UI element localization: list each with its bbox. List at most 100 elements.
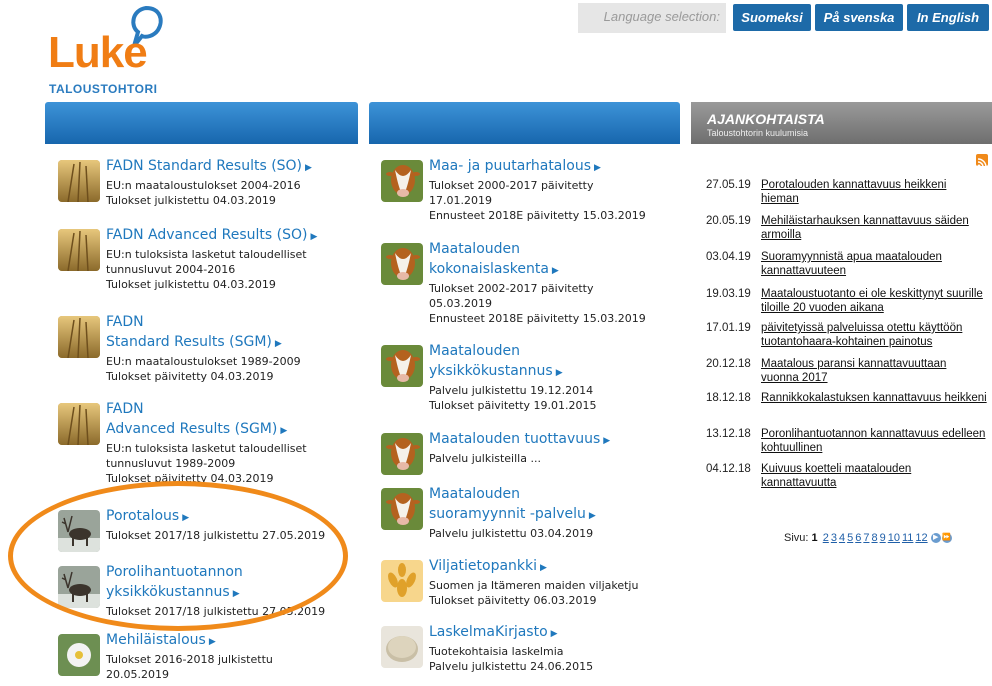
news-date: 03.04.19 bbox=[706, 251, 751, 263]
news-date: 04.12.18 bbox=[706, 463, 751, 475]
news-link[interactable]: Mehiläistarhauksen kannattavuus säiden a… bbox=[761, 214, 987, 242]
bee-flower-icon[interactable] bbox=[58, 634, 100, 676]
pager-page-link[interactable]: 3 bbox=[831, 532, 837, 544]
service-title-line: Viljatietopankki bbox=[429, 558, 538, 574]
service-meta: Palvelu julkisteilla ... bbox=[429, 452, 541, 465]
service-meta: Tuotekohtaisia laskelmia Palvelu julkist… bbox=[429, 645, 594, 673]
news-date: 13.12.18 bbox=[706, 428, 751, 440]
coin-icon[interactable] bbox=[381, 626, 423, 668]
service-title-link[interactable]: Maatalouden yksikkökustannus ▶ bbox=[429, 341, 563, 383]
news-link[interactable]: Rannikkokalastuksen kannattavuus heikken… bbox=[761, 391, 987, 405]
logo-wordmark: Luke bbox=[48, 28, 148, 77]
pager-page-link[interactable]: 4 bbox=[839, 532, 845, 544]
service-title-line: yksikkökustannus bbox=[106, 584, 230, 600]
service-title-link[interactable]: Porotalous ▶ bbox=[106, 506, 189, 528]
arrow-right-icon: ▶ bbox=[588, 511, 596, 521]
service-title-link[interactable]: LaskelmaKirjasto ▶ bbox=[429, 622, 558, 644]
cow-icon[interactable] bbox=[381, 433, 423, 475]
service-title-link[interactable]: Porolihantuotannon yksikkökustannus ▶ bbox=[106, 562, 243, 604]
pager-page-link[interactable]: 11 bbox=[902, 532, 913, 544]
language-selection-bar: Language selection: Suomeksi På svenska … bbox=[578, 3, 992, 33]
cow-icon[interactable] bbox=[381, 160, 423, 202]
service-title-link[interactable]: FADN Standard Results (SGM) ▶ bbox=[106, 312, 282, 354]
arrow-right-icon: ▶ bbox=[555, 368, 563, 378]
service-meta: Palvelu julkistettu 19.12.2014 Tulokset … bbox=[429, 384, 597, 412]
arrow-right-icon: ▶ bbox=[208, 637, 216, 647]
left-column-header bbox=[45, 102, 358, 144]
pager-page-link[interactable]: 5 bbox=[847, 532, 853, 544]
pager-page-link[interactable]: 6 bbox=[855, 532, 861, 544]
service-meta: Suomen ja Itämeren maiden viljaketju Tul… bbox=[429, 579, 639, 607]
service-title-link[interactable]: Maatalouden kokonaislaskenta ▶ bbox=[429, 239, 559, 281]
news-date: 17.01.19 bbox=[706, 322, 751, 334]
service-title-link[interactable]: Maa- ja puutarhatalous ▶ bbox=[429, 156, 601, 178]
news-link[interactable]: Kuivuus koetteli maatalouden kannattavuu… bbox=[761, 462, 987, 490]
service-title-line: Maatalouden bbox=[429, 241, 521, 257]
service-title-line: Maatalouden tuottavuus bbox=[429, 431, 601, 447]
arrow-right-icon: ▶ bbox=[305, 163, 312, 173]
service-title-line: FADN Standard Results (SO) bbox=[106, 158, 303, 174]
service-title-line: Maatalouden bbox=[429, 343, 521, 359]
service-meta: Tulokset 2002-2017 päivitetty 05.03.2019… bbox=[429, 282, 646, 325]
wheat-icon[interactable] bbox=[58, 403, 100, 445]
next-page-icon[interactable]: ▶ bbox=[930, 533, 941, 544]
service-title-link[interactable]: FADN Advanced Results (SGM) ▶ bbox=[106, 399, 287, 441]
news-date: 19.03.19 bbox=[706, 288, 751, 300]
service-title-line: FADN bbox=[106, 314, 144, 330]
service-title-line: Porolihantuotannon bbox=[106, 564, 243, 580]
wheat-icon[interactable] bbox=[58, 316, 100, 358]
news-header-title: AJANKOHTAISTA bbox=[707, 111, 825, 127]
arrow-right-icon: ▶ bbox=[182, 513, 190, 523]
pager-page-link[interactable]: 7 bbox=[863, 532, 869, 544]
arrow-right-icon: ▶ bbox=[280, 426, 288, 436]
arrow-right-icon: ▶ bbox=[274, 339, 282, 349]
service-title-link[interactable]: FADN Standard Results (SO) ▶ bbox=[106, 156, 312, 178]
rss-icon[interactable] bbox=[976, 154, 988, 168]
pager-page-link[interactable]: 2 bbox=[823, 532, 829, 544]
pager-page-link[interactable]: 12 bbox=[915, 532, 927, 544]
language-button-swedish[interactable]: På svenska bbox=[815, 4, 903, 31]
service-title-link[interactable]: Viljatietopankki ▶ bbox=[429, 556, 547, 578]
service-title-link[interactable]: Maatalouden suoramyynnit -palvelu ▶ bbox=[429, 484, 596, 526]
service-meta: EU:n tuloksista lasketut taloudelliset t… bbox=[106, 442, 307, 485]
service-title-line: Advanced Results (SGM) bbox=[106, 421, 278, 437]
service-title-link[interactable]: Mehiläistalous ▶ bbox=[106, 630, 216, 652]
grain-icon[interactable] bbox=[381, 560, 423, 602]
news-link[interactable]: Maatalous paransi kannattavuuttaan vuonn… bbox=[761, 357, 987, 385]
wheat-icon[interactable] bbox=[58, 160, 100, 202]
pager-page-link[interactable]: 9 bbox=[880, 532, 886, 544]
pager-current: 1 bbox=[811, 532, 818, 544]
service-meta: Tulokset 2000-2017 päivitetty 17.01.2019… bbox=[429, 179, 646, 222]
news-link[interactable]: Maataloustuotanto ei ole keskittynyt suu… bbox=[761, 287, 987, 315]
service-meta: EU:n tuloksista lasketut taloudelliset t… bbox=[106, 248, 307, 291]
cow-icon[interactable] bbox=[381, 345, 423, 387]
service-meta: Tulokset 2016-2018 julkistettu 20.05.201… bbox=[106, 653, 273, 681]
news-date: 18.12.18 bbox=[706, 392, 751, 404]
arrow-right-icon: ▶ bbox=[603, 436, 611, 446]
middle-column-header bbox=[369, 102, 680, 144]
news-link[interactable]: Suoramyynnistä apua maatalouden kannatta… bbox=[761, 250, 987, 278]
service-title-link[interactable]: Maatalouden tuottavuus ▶ bbox=[429, 429, 610, 451]
language-button-english[interactable]: In English bbox=[907, 4, 989, 31]
news-link[interactable]: Poronlihantuotannon kannattavuus edellee… bbox=[761, 427, 987, 455]
news-header-subtitle: Taloustohtorin kuulumisia bbox=[707, 128, 809, 138]
wheat-icon[interactable] bbox=[58, 229, 100, 271]
cow-icon[interactable] bbox=[381, 243, 423, 285]
news-link[interactable]: päivitetyissä palveluissa otettu käyttöö… bbox=[761, 321, 987, 349]
service-title-line: Standard Results (SGM) bbox=[106, 334, 272, 350]
reindeer-icon[interactable] bbox=[58, 566, 100, 608]
last-page-icon[interactable]: ⏩ bbox=[941, 533, 952, 544]
cow-icon[interactable] bbox=[381, 488, 423, 530]
arrow-right-icon: ▶ bbox=[550, 629, 558, 639]
language-button-finnish[interactable]: Suomeksi bbox=[733, 4, 811, 31]
language-selection-label: Language selection: bbox=[578, 3, 726, 33]
arrow-right-icon: ▶ bbox=[594, 163, 601, 173]
reindeer-icon[interactable] bbox=[58, 510, 100, 552]
luke-logo[interactable]: Luke TALOUSTOHTORI bbox=[48, 6, 188, 96]
pager-page-link[interactable]: 8 bbox=[871, 532, 877, 544]
news-date: 20.05.19 bbox=[706, 215, 751, 227]
service-title-link[interactable]: FADN Advanced Results (SO) ▶ bbox=[106, 225, 317, 247]
news-link[interactable]: Porotalouden kannattavuus heikkeni hiema… bbox=[761, 178, 987, 206]
arrow-right-icon: ▶ bbox=[232, 589, 240, 599]
pager-page-link[interactable]: 10 bbox=[888, 532, 900, 544]
